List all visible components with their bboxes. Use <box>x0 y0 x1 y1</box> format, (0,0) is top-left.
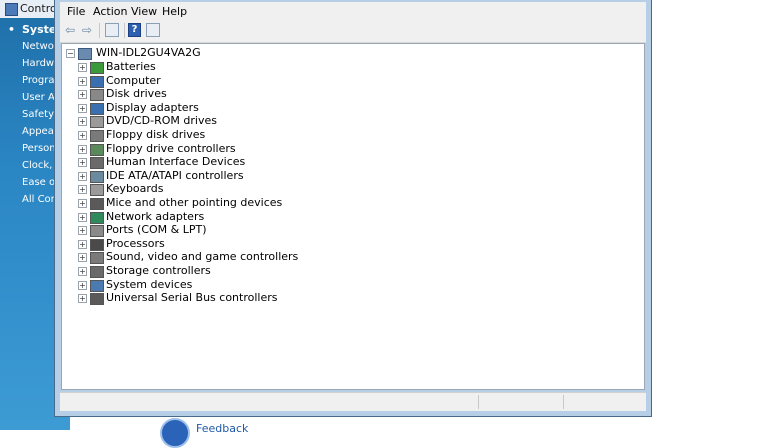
expand-icon[interactable]: + <box>78 280 87 290</box>
tree-item-label: Human Interface Devices <box>106 155 246 169</box>
network-adapter-icon <box>90 211 104 224</box>
tree-item-label: Display adapters <box>106 100 199 114</box>
processor-icon <box>90 238 104 251</box>
tree-root-label: WIN-IDL2GU4VA2G <box>96 46 201 59</box>
tree-item-label: Universal Serial Bus controllers <box>106 291 278 305</box>
expand-icon[interactable]: + <box>78 199 87 208</box>
hid-icon <box>90 157 104 170</box>
tree-item-label: Floppy disk drives <box>106 128 206 141</box>
menu-help[interactable]: Help <box>162 5 187 18</box>
active-bullet-icon: • <box>8 23 16 36</box>
dvd-drive-icon <box>90 116 104 129</box>
status-bar-divider <box>478 395 479 409</box>
expand-icon[interactable]: + <box>78 171 87 181</box>
ide-controller-icon <box>90 170 104 183</box>
expand-icon[interactable]: + <box>78 158 87 168</box>
expand-icon[interactable]: + <box>78 267 87 276</box>
device-tree[interactable]: − WIN-IDL2GU4VA2G + Batteries + Computer + Di… <box>61 43 645 390</box>
status-bar <box>60 392 646 411</box>
collapse-icon[interactable]: − <box>66 49 75 58</box>
battery-icon <box>90 62 104 74</box>
expand-icon[interactable]: + <box>78 103 87 113</box>
tree-item-label: System devices <box>106 277 193 291</box>
expand-icon[interactable]: + <box>78 212 87 222</box>
expand-icon[interactable]: + <box>78 253 87 263</box>
expand-icon[interactable]: + <box>78 90 87 100</box>
system-device-icon <box>90 279 104 292</box>
status-bar-divider <box>563 395 564 409</box>
toolbar-separator <box>124 23 125 38</box>
tree-item-label: Batteries <box>106 60 156 73</box>
show-hide-console-tree-icon[interactable] <box>105 23 119 37</box>
menu-view[interactable]: View <box>131 5 157 18</box>
computer-root-icon <box>78 48 92 60</box>
tree-item-label: Disk drives <box>106 87 167 101</box>
expand-icon[interactable]: + <box>78 117 87 127</box>
expand-icon[interactable]: + <box>78 63 87 72</box>
properties-icon[interactable] <box>146 23 160 37</box>
tree-item-label: Keyboards <box>106 182 164 196</box>
feedback-label[interactable]: Feedback <box>196 422 248 435</box>
expand-icon[interactable]: + <box>78 239 87 249</box>
menu-action[interactable]: Action <box>93 5 127 18</box>
port-icon <box>90 225 104 238</box>
menu-file[interactable]: File <box>67 5 85 18</box>
tree-item-label: Computer <box>106 73 161 87</box>
expand-icon[interactable]: + <box>78 185 87 195</box>
computer-icon <box>90 75 104 88</box>
tree-item-label: Storage controllers <box>106 264 211 277</box>
disk-drive-icon <box>90 89 104 102</box>
tree-item-label: IDE ATA/ATAPI controllers <box>106 168 244 182</box>
tree-item-label: Mice and other pointing devices <box>106 196 283 209</box>
control-panel-content <box>650 0 770 430</box>
floppy-disk-icon <box>90 130 104 142</box>
tree-item-label: Network adapters <box>106 209 205 223</box>
forward-arrow-icon[interactable]: ⇨ <box>80 23 94 37</box>
toolbar: ⇦ ⇨ ? <box>60 20 646 43</box>
mouse-icon <box>90 198 104 210</box>
tree-item-label: Floppy drive controllers <box>106 141 236 155</box>
sidebar-item-label: Safety <box>22 109 54 120</box>
feedback-icon <box>160 418 190 448</box>
tree-item-label: DVD/CD-ROM drives <box>106 114 217 128</box>
expand-icon[interactable]: + <box>78 76 87 86</box>
usb-icon <box>90 293 104 306</box>
toolbar-separator <box>99 23 100 38</box>
expand-icon[interactable]: + <box>78 294 87 304</box>
keyboard-icon <box>90 184 104 197</box>
expand-icon[interactable]: + <box>78 144 87 154</box>
back-arrow-icon[interactable]: ⇦ <box>63 23 77 37</box>
display-adapter-icon <box>90 102 104 115</box>
sound-icon <box>90 252 104 265</box>
tree-item-label: Ports (COM & LPT) <box>106 223 207 237</box>
storage-controller-icon <box>90 266 104 278</box>
device-manager-window: File Action View Help ⇦ ⇨ ? − WIN-IDL2GU… <box>54 0 652 417</box>
control-panel-icon <box>5 3 18 16</box>
menu-bar: File Action View Help <box>60 2 646 20</box>
tree-item-label: Processors <box>106 236 165 250</box>
tree-item-label: Sound, video and game controllers <box>106 250 299 264</box>
expand-icon[interactable]: + <box>78 131 87 140</box>
help-icon[interactable]: ? <box>128 23 141 37</box>
floppy-controller-icon <box>90 143 104 156</box>
expand-icon[interactable]: + <box>78 226 87 236</box>
